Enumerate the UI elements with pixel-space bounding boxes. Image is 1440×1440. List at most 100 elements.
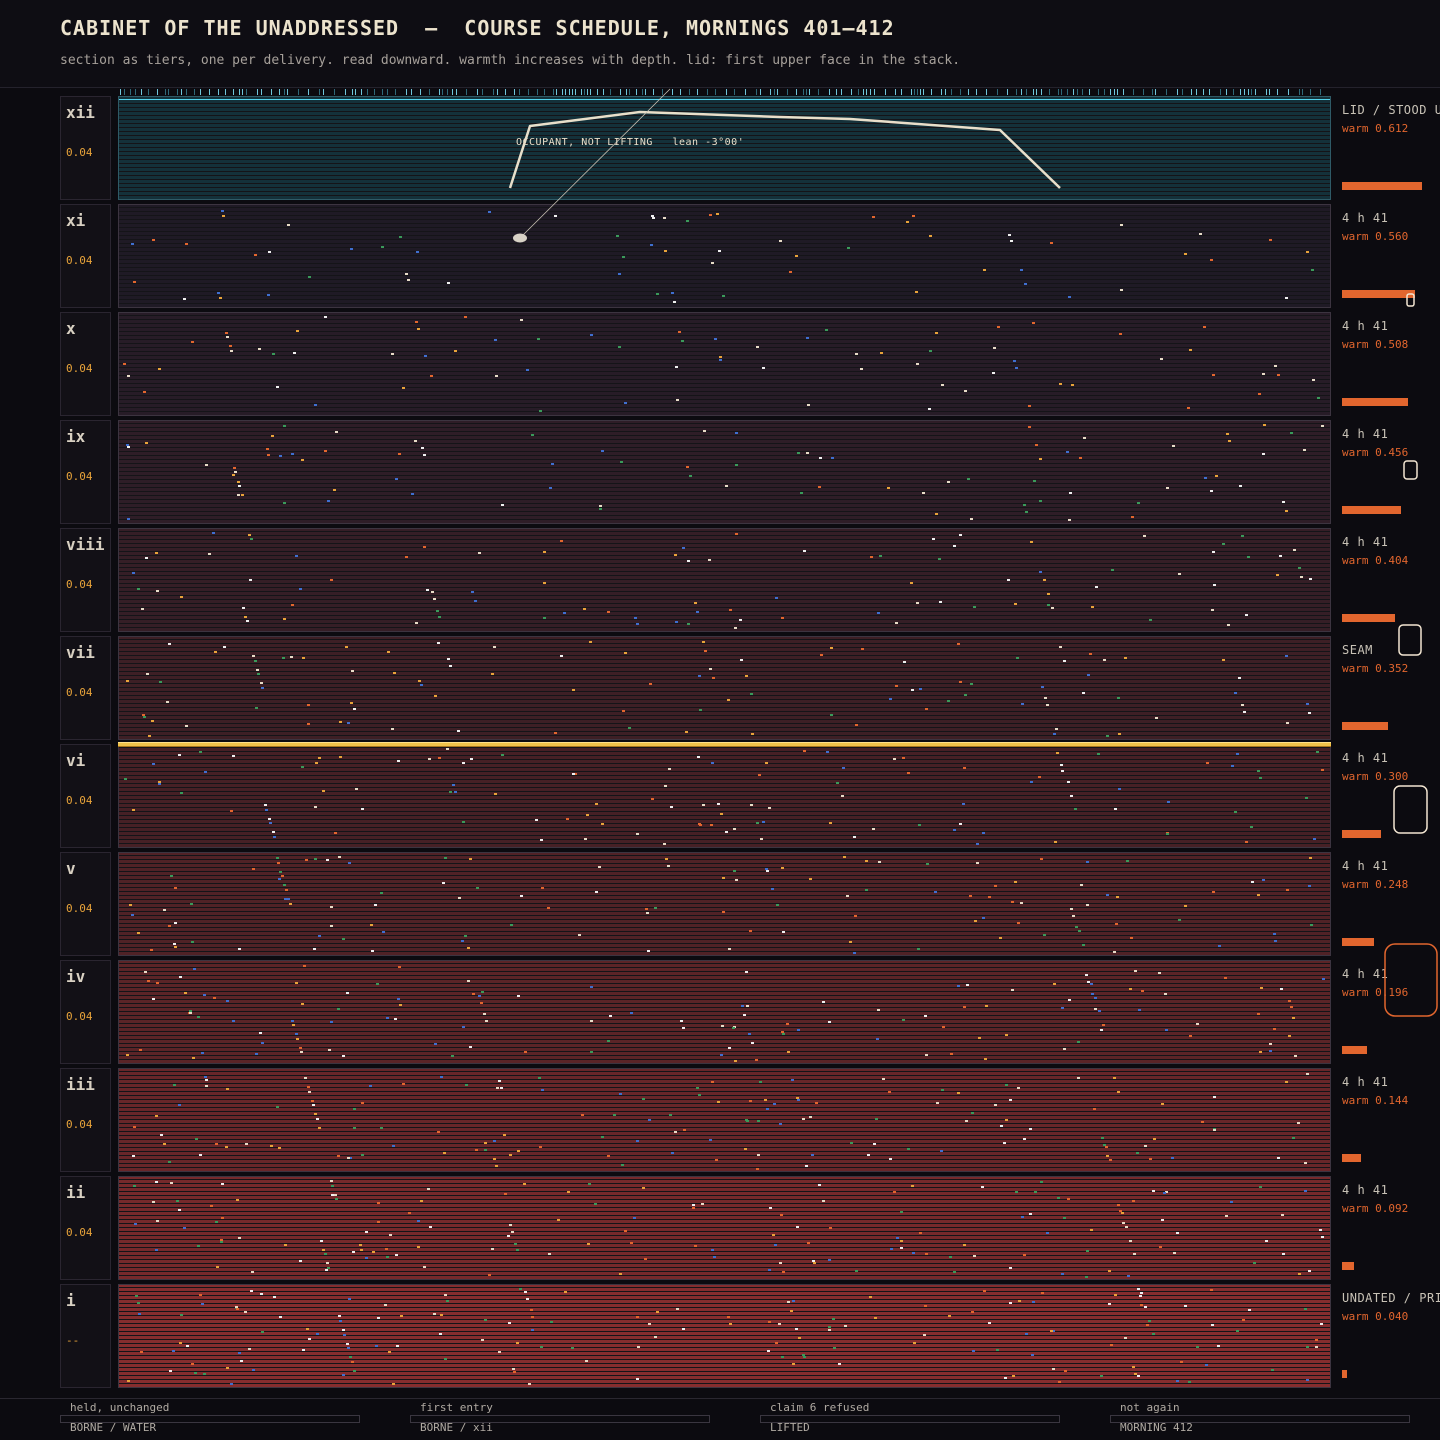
speck bbox=[728, 1047, 731, 1049]
speck bbox=[1306, 703, 1309, 705]
tier-value: -- bbox=[66, 1334, 80, 1347]
speck bbox=[1003, 1142, 1006, 1144]
speck bbox=[452, 784, 455, 786]
speck bbox=[203, 994, 206, 996]
tick-mark bbox=[569, 89, 570, 95]
speck bbox=[469, 858, 472, 860]
speck bbox=[264, 804, 267, 806]
tier-label-x: x 0.04 bbox=[60, 312, 111, 416]
speck bbox=[1308, 885, 1311, 887]
speck bbox=[832, 1318, 835, 1320]
speck bbox=[900, 1240, 903, 1242]
speck bbox=[959, 823, 962, 825]
speck bbox=[936, 1102, 939, 1104]
speck bbox=[205, 464, 208, 466]
speck bbox=[1199, 233, 1202, 235]
speck bbox=[353, 708, 356, 710]
tick-mark bbox=[1073, 89, 1074, 95]
speck bbox=[1160, 358, 1163, 360]
speck bbox=[232, 755, 235, 757]
speck bbox=[1167, 801, 1170, 803]
speck bbox=[1078, 930, 1081, 932]
tier-band-xii bbox=[118, 96, 1331, 200]
speck bbox=[1259, 777, 1262, 779]
speck bbox=[439, 1333, 442, 1335]
speck bbox=[1028, 426, 1031, 428]
tick-mark bbox=[382, 89, 383, 95]
speck bbox=[1023, 1254, 1026, 1256]
speck bbox=[543, 617, 546, 619]
speck bbox=[139, 1049, 142, 1051]
speck bbox=[287, 224, 290, 226]
tick-mark bbox=[562, 89, 563, 95]
speck bbox=[925, 708, 928, 710]
speck bbox=[1184, 253, 1187, 255]
footer-top-label: claim 6 refused bbox=[770, 1401, 870, 1414]
speck bbox=[342, 1055, 345, 1057]
speck bbox=[963, 767, 966, 769]
speck bbox=[1161, 1103, 1164, 1105]
speck bbox=[903, 661, 906, 663]
tick-mark bbox=[355, 89, 356, 95]
speck bbox=[508, 1322, 511, 1324]
tick-mark bbox=[951, 89, 952, 95]
speck bbox=[347, 1157, 350, 1159]
speck bbox=[1108, 1303, 1111, 1305]
speck bbox=[475, 1149, 478, 1151]
speck bbox=[1286, 889, 1289, 891]
speck bbox=[636, 833, 639, 835]
speck bbox=[437, 642, 440, 644]
speck bbox=[246, 620, 249, 622]
speck bbox=[524, 1051, 527, 1053]
tier-band-iv bbox=[118, 960, 1331, 1064]
speck bbox=[756, 346, 759, 348]
speck bbox=[252, 655, 255, 657]
tier-label-vi: vi 0.04 bbox=[60, 744, 111, 848]
warmth-bar bbox=[1342, 506, 1401, 514]
speck bbox=[215, 1221, 218, 1223]
speck bbox=[133, 281, 136, 283]
tier-band-viii bbox=[118, 528, 1331, 632]
tier-specks bbox=[119, 97, 1330, 199]
speck bbox=[433, 1313, 436, 1315]
speck bbox=[1212, 374, 1215, 376]
speck bbox=[308, 1338, 311, 1340]
speck bbox=[768, 1269, 771, 1271]
speck bbox=[1144, 1145, 1147, 1147]
speck bbox=[301, 459, 304, 461]
speck bbox=[269, 822, 272, 824]
speck bbox=[781, 1356, 784, 1358]
speck bbox=[314, 1113, 317, 1115]
speck bbox=[461, 940, 464, 942]
speck bbox=[919, 688, 922, 690]
speck bbox=[348, 1298, 351, 1300]
speck bbox=[301, 766, 304, 768]
speck bbox=[1040, 858, 1043, 860]
footer-cell: first entry BORNE / xii bbox=[410, 1399, 710, 1440]
speck bbox=[245, 1143, 248, 1145]
speck bbox=[395, 478, 398, 480]
speck bbox=[698, 1094, 701, 1096]
speck bbox=[589, 641, 592, 643]
speck bbox=[547, 907, 550, 909]
speck bbox=[493, 646, 496, 648]
speck bbox=[601, 823, 604, 825]
tier-warm-label: warm 0.092 bbox=[1342, 1202, 1409, 1215]
speck bbox=[779, 1262, 782, 1264]
speck bbox=[692, 1207, 695, 1209]
speck bbox=[1063, 660, 1066, 662]
speck bbox=[191, 341, 194, 343]
schedule-canvas: CABINET OF THE UNADDRESSED — COURSE SCHE… bbox=[0, 0, 1440, 1440]
speck bbox=[1161, 1219, 1164, 1221]
speck bbox=[221, 210, 224, 212]
speck bbox=[507, 1235, 510, 1237]
speck bbox=[431, 591, 434, 593]
speck bbox=[971, 1112, 974, 1114]
speck bbox=[295, 555, 298, 557]
tick-mark bbox=[367, 89, 368, 95]
speck bbox=[192, 1057, 195, 1059]
tier-numeral: viii bbox=[66, 535, 105, 554]
speck bbox=[584, 838, 587, 840]
speck bbox=[339, 721, 342, 723]
speck bbox=[1250, 826, 1253, 828]
